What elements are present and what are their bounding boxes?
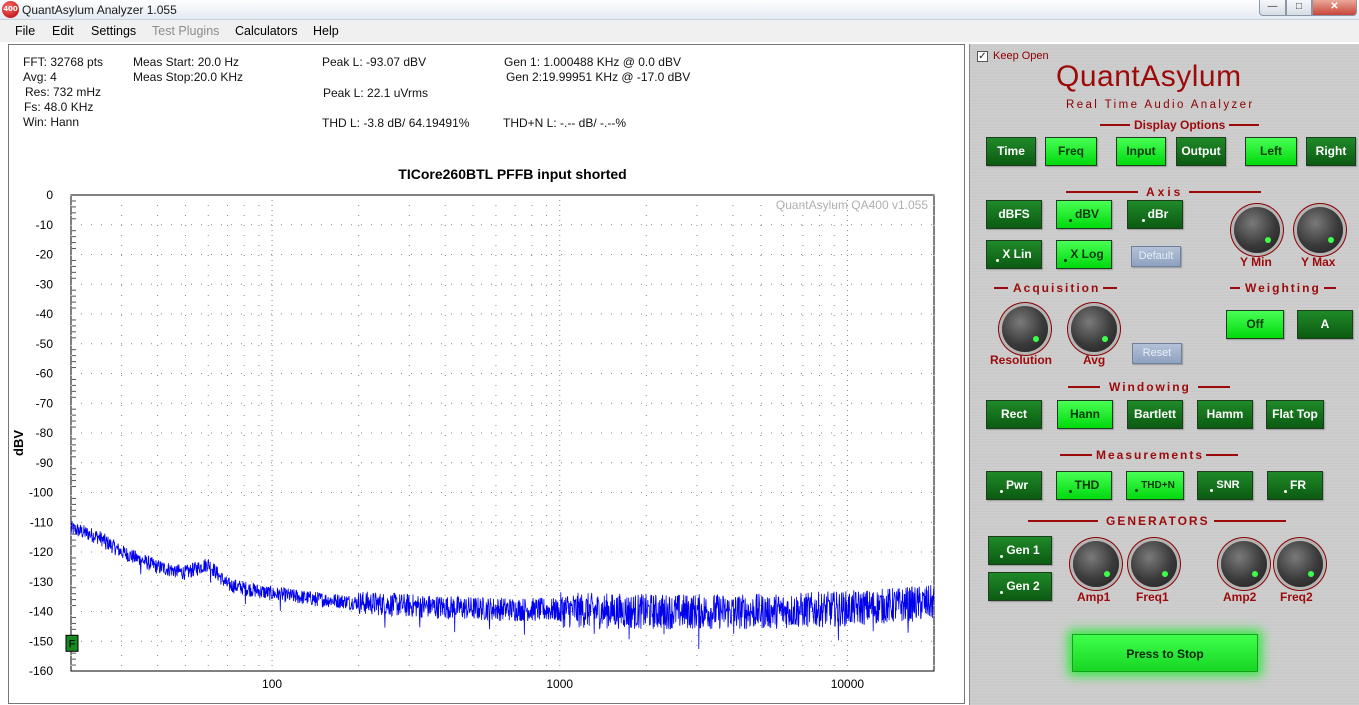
y-tick-label: -160 — [29, 664, 53, 678]
section-windowing: Windowing — [1068, 380, 1230, 394]
y-max-knob[interactable] — [1297, 207, 1343, 253]
keep-open-label: Keep Open — [993, 50, 1049, 62]
resolution-knob[interactable] — [1002, 306, 1048, 352]
default-button[interactable]: Default — [1131, 246, 1181, 267]
freq1-label: Freq1 — [1136, 590, 1169, 604]
amp1-knob[interactable] — [1073, 541, 1119, 587]
window-hamm-button[interactable]: Hamm — [1197, 400, 1253, 429]
x-tick-label: 10000 — [831, 677, 865, 691]
dbfs-button[interactable]: dBFS — [986, 200, 1042, 229]
y-min-knob[interactable] — [1234, 207, 1280, 253]
amp2-knob[interactable] — [1221, 541, 1267, 587]
y-tick-label: -20 — [36, 248, 54, 262]
menu-settings[interactable]: Settings — [91, 24, 136, 38]
y-tick-label: -110 — [30, 515, 53, 529]
y-tick-label: 0 — [46, 188, 53, 202]
snr-button[interactable]: SNR — [1197, 471, 1253, 500]
y-tick-label: -90 — [36, 456, 54, 470]
minimize-button[interactable]: — — [1259, 0, 1286, 16]
y-tick-label: -140 — [29, 605, 53, 619]
x-lin-button[interactable]: X Lin — [986, 240, 1042, 269]
x-log-button[interactable]: X Log — [1056, 240, 1112, 269]
freq2-knob[interactable] — [1277, 541, 1323, 587]
y-tick-label: -60 — [36, 367, 54, 381]
weighting-off-button[interactable]: Off — [1226, 310, 1284, 339]
menu-calculators[interactable]: Calculators — [235, 24, 298, 38]
section-axis: Axis — [1066, 185, 1262, 199]
y-tick-label: -30 — [36, 277, 54, 291]
brand-subtitle: Real Time Audio Analyzer — [1066, 99, 1255, 111]
y-tick-label: -150 — [29, 634, 53, 648]
freq1-knob[interactable] — [1131, 541, 1177, 587]
weighting-a-button[interactable]: A — [1297, 310, 1353, 339]
right-button[interactable]: Right — [1306, 137, 1356, 166]
keep-open-checkbox[interactable]: ✓ — [977, 51, 988, 62]
plot-panel[interactable]: FFT: 32768 pts Avg: 4 Res: 732 mHz Fs: 4… — [8, 44, 965, 704]
y-max-label: Y Max — [1301, 255, 1336, 269]
y-tick-label: -80 — [36, 426, 54, 440]
amp1-label: Amp1 — [1077, 590, 1111, 604]
window-bartlett-button[interactable]: Bartlett — [1127, 400, 1183, 429]
menu-test-plugins[interactable]: Test Plugins — [152, 24, 219, 38]
y-tick-label: -70 — [36, 396, 54, 410]
x-tick-label: 100 — [262, 677, 282, 691]
dbr-button[interactable]: dBr — [1127, 200, 1183, 229]
freq2-label: Freq2 — [1280, 590, 1313, 604]
window-title: QuantAsylum Analyzer 1.055 — [22, 3, 177, 17]
dbv-button[interactable]: dBV — [1056, 200, 1112, 229]
fr-button[interactable]: FR — [1267, 471, 1323, 500]
spectrum-chart[interactable]: TICore260BTL PFFB input shorted QuantAsyl… — [9, 45, 964, 703]
menu-help[interactable]: Help — [313, 24, 339, 38]
output-button[interactable]: Output — [1176, 137, 1226, 166]
x-tick-label: 1000 — [546, 677, 573, 691]
section-measurements: Measurements — [1060, 448, 1239, 462]
control-panel: ✓ Keep Open QuantAsylum Real Time Audio … — [969, 44, 1359, 705]
gen1-button[interactable]: Gen 1 — [988, 536, 1052, 565]
window-rect-button[interactable]: Rect — [986, 400, 1042, 429]
avg-knob[interactable] — [1071, 306, 1117, 352]
y-tick-label: -120 — [29, 545, 53, 559]
maximize-button[interactable]: □ — [1286, 0, 1312, 16]
reset-button[interactable]: Reset — [1132, 343, 1182, 364]
y-tick-label: -10 — [36, 218, 54, 232]
section-display-options: Display Options — [1100, 118, 1260, 132]
chart-title: TICore260BTL PFFB input shorted — [398, 166, 626, 182]
app-icon: 400 — [2, 1, 19, 18]
section-generators: GENERATORS — [1028, 514, 1286, 528]
menu-bar: File Edit Settings Test Plugins Calculat… — [0, 20, 1359, 42]
input-button[interactable]: Input — [1116, 137, 1166, 166]
gen2-button[interactable]: Gen 2 — [988, 572, 1052, 601]
y-tick-label: -130 — [29, 575, 53, 589]
menu-edit[interactable]: Edit — [52, 24, 74, 38]
y-tick-label: -40 — [36, 307, 54, 321]
window-flat-top-button[interactable]: Flat Top — [1266, 400, 1324, 429]
thdn-button[interactable]: THD+N — [1126, 471, 1184, 500]
resolution-label: Resolution — [990, 353, 1052, 367]
left-button[interactable]: Left — [1245, 137, 1297, 166]
y-axis-label: dBV — [11, 430, 26, 456]
y-min-label: Y Min — [1240, 255, 1272, 269]
y-tick-label: -100 — [29, 486, 53, 500]
section-acquisition: Acquisition — [994, 281, 1118, 295]
y-tick-label: -50 — [36, 337, 54, 351]
window-hann-button[interactable]: Hann — [1057, 400, 1113, 429]
f-marker-label: F — [69, 638, 76, 650]
title-bar: 400 QuantAsylum Analyzer 1.055 — □ ✕ — [0, 0, 1359, 20]
thd-button[interactable]: THD — [1056, 471, 1112, 500]
avg-label: Avg — [1083, 353, 1106, 367]
f-marker: F — [65, 634, 79, 652]
brand-logo: QuantAsylum — [1056, 60, 1242, 93]
section-weighting: Weighting — [1230, 281, 1336, 295]
time-button[interactable]: Time — [986, 137, 1036, 166]
amp2-label: Amp2 — [1223, 590, 1257, 604]
menu-file[interactable]: File — [15, 24, 35, 38]
close-button[interactable]: ✕ — [1312, 0, 1357, 16]
pwr-button[interactable]: Pwr — [986, 471, 1042, 500]
chart-watermark: QuantAsylum QA400 v1.055 — [776, 198, 928, 212]
freq-button[interactable]: Freq — [1045, 137, 1097, 166]
press-to-stop-button[interactable]: Press to Stop — [1072, 634, 1258, 672]
